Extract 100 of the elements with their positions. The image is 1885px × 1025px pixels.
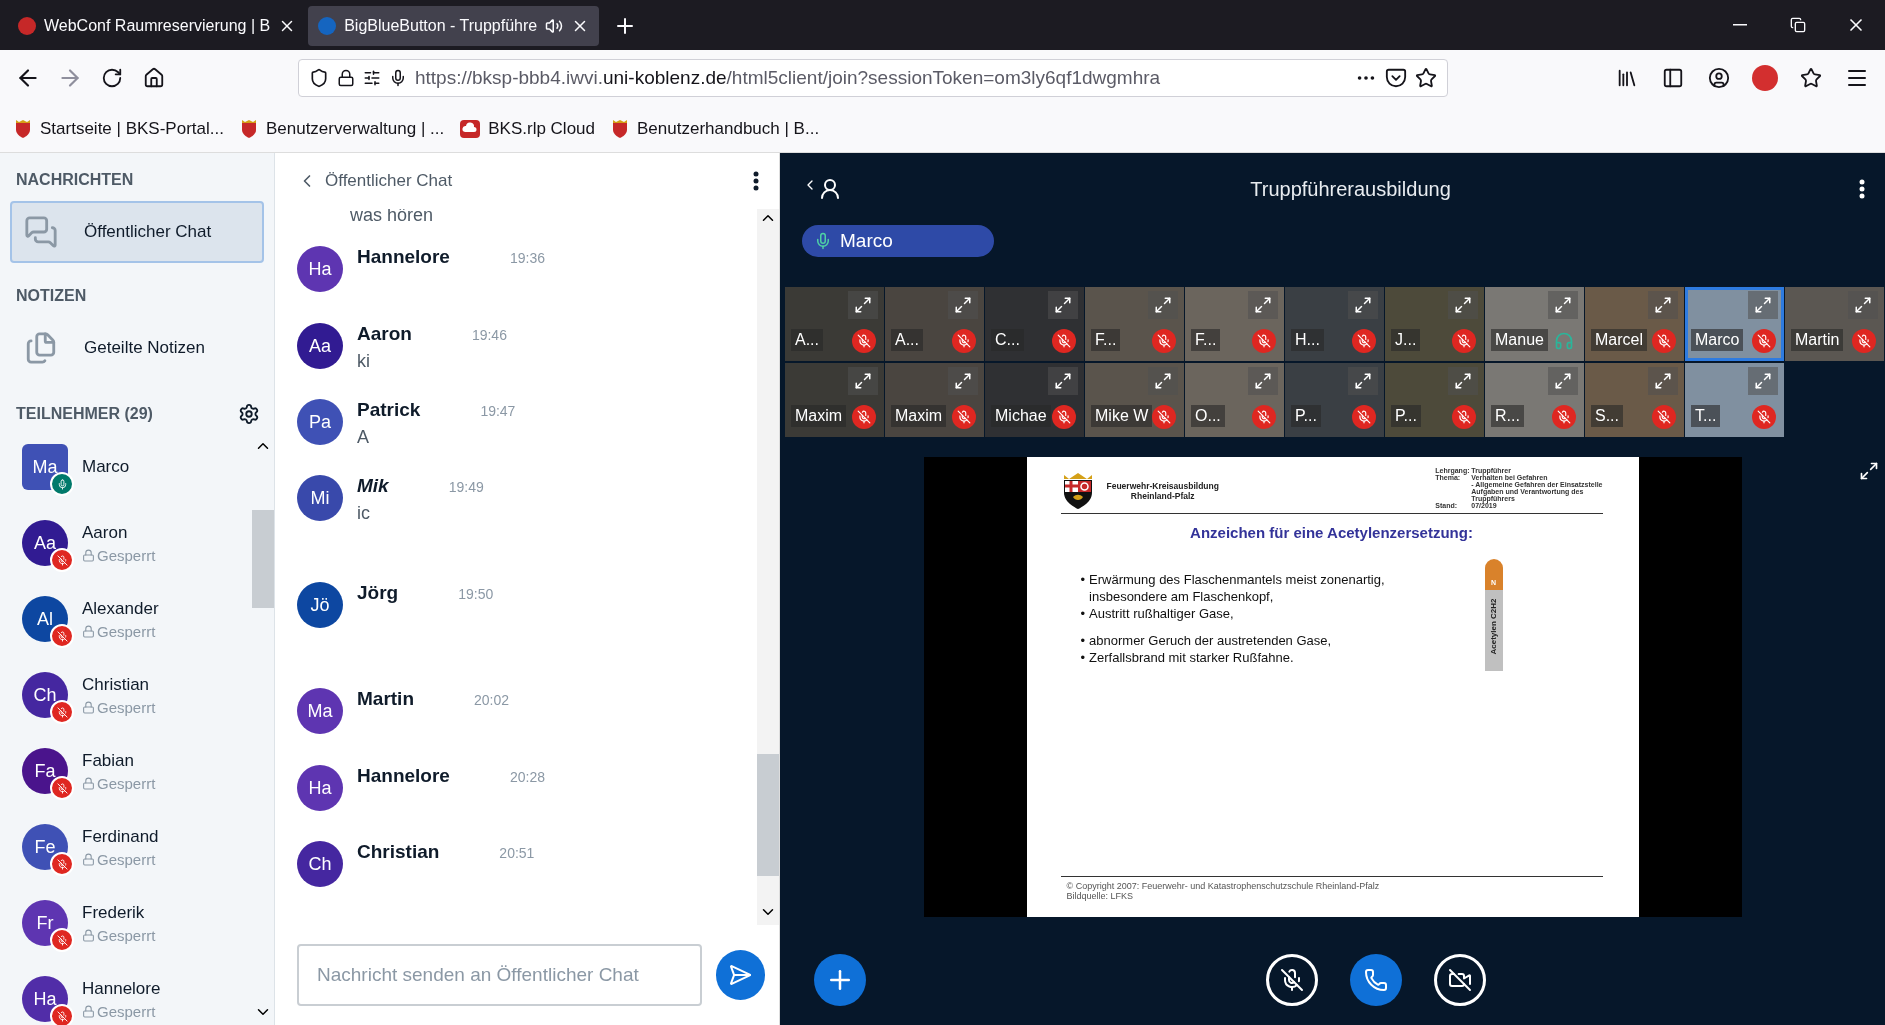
message-input[interactable]: Nachricht senden an Öffentlicher Chat <box>297 944 702 1006</box>
camera-off-button[interactable] <box>1434 954 1486 1006</box>
expand-button[interactable] <box>1248 367 1278 395</box>
message-time: 20:02 <box>474 692 510 708</box>
bookmark-link[interactable]: Benutzerhandbuch | B... <box>611 119 820 139</box>
chat-item[interactable]: Öffentlicher Chat <box>10 201 264 263</box>
expand-button[interactable] <box>1448 291 1478 319</box>
avatar: Aa <box>297 323 343 369</box>
bookmark-link[interactable]: Benutzerverwaltung | ... <box>239 119 445 139</box>
expand-icon <box>1654 372 1672 390</box>
camera-off-icon <box>1448 968 1472 992</box>
participant-status: Gesperrt <box>97 622 156 640</box>
message-text: ic <box>357 503 371 524</box>
participant-name: Fabian <box>82 750 135 771</box>
fullscreen-button[interactable] <box>1859 461 1879 481</box>
expand-button[interactable] <box>1648 367 1678 395</box>
star-icon <box>1800 67 1822 89</box>
bullet-marker: • <box>1080 649 1086 666</box>
participant-name: Christian <box>82 674 151 695</box>
expand-button[interactable] <box>948 291 978 319</box>
expand-button[interactable] <box>1148 367 1178 395</box>
scrollbar-thumb[interactable] <box>252 509 274 609</box>
scrollbar-thumb[interactable] <box>757 754 779 876</box>
expand-button[interactable] <box>948 367 978 395</box>
expand-button[interactable] <box>848 367 878 395</box>
settings-icon[interactable] <box>238 403 260 425</box>
participant-item[interactable]: Fe Ferdinand Gesperrt <box>10 809 252 885</box>
participant-item[interactable]: Ha Hannelore Gesperrt <box>10 961 252 1025</box>
participant-item[interactable]: Al Alexander Gesperrt <box>10 581 252 657</box>
crest-icon <box>14 119 32 139</box>
participant-item[interactable]: Fa Fabian Gesperrt <box>10 733 252 809</box>
expand-button[interactable] <box>1548 367 1578 395</box>
bookmark-link[interactable]: Startseite | BKS-Portal... <box>14 119 224 139</box>
phone-button[interactable] <box>1350 954 1402 1006</box>
sender-name: Martin <box>357 688 414 709</box>
participant-item[interactable]: Fr Frederik Gesperrt <box>10 885 252 961</box>
lock-icon <box>82 1004 95 1018</box>
meeting-title: Truppführerausbildung <box>1250 177 1451 201</box>
participant-name: A... <box>791 329 823 351</box>
chat-back-button[interactable]: Öffentlicher Chat <box>297 171 453 191</box>
expand-button[interactable] <box>1148 291 1178 319</box>
expand-button[interactable] <box>1548 291 1578 319</box>
expand-button[interactable] <box>1648 291 1678 319</box>
talking-indicator: Marco <box>802 225 994 257</box>
participant-status: Gesperrt <box>97 926 156 944</box>
shield-icon <box>309 68 329 88</box>
participant-name: Maxim <box>791 405 847 427</box>
expand-button[interactable] <box>1748 367 1778 395</box>
expand-icon <box>1454 296 1472 314</box>
browser-tab[interactable]: WebConf Raumreservierung | B <box>8 6 307 46</box>
sender-name: Patrick <box>357 399 421 420</box>
expand-icon <box>1754 296 1772 314</box>
avatar: Jö <box>297 582 343 628</box>
reload-icon <box>101 67 123 89</box>
participant-name: Marco <box>82 457 130 477</box>
participant-item[interactable]: Ma Marco <box>10 437 252 505</box>
bullet-text: abnormer Geruch der austretenden Gase, <box>1089 632 1332 649</box>
expand-button[interactable] <box>1348 291 1378 319</box>
bookmark-star-icon[interactable] <box>1415 67 1437 89</box>
expand-button[interactable] <box>1048 367 1078 395</box>
browser-tab[interactable]: BigBlueButton - Truppführe <box>308 6 600 46</box>
slide-footer-text: © Copyright 2007: Feuerwehr- und Katastrophenschutzschule Rheinland-Pfalz <box>1066 881 1381 891</box>
expand-button[interactable] <box>1048 291 1078 319</box>
cloud-icon <box>460 120 481 138</box>
participant-item[interactable]: Ch Christian Gesperrt <box>10 657 252 733</box>
expand-icon <box>1154 296 1172 314</box>
speaker-icon[interactable] <box>545 17 564 35</box>
participant-name: Michae <box>991 405 1051 427</box>
address-field[interactable]: https://bksp-bbb4.iwvi.uni-koblenz.de/html5client/join?sessionToken=om3ly6qf1dwgmhra <box>298 59 1448 97</box>
participant-item[interactable]: Aa Aaron Gesperrt <box>10 505 252 581</box>
expand-icon <box>1754 372 1772 390</box>
message-time: 20:51 <box>499 845 535 861</box>
pocket-icon[interactable] <box>1385 67 1407 89</box>
participant-name: O... <box>1191 405 1225 427</box>
slide-text: Rheinland-Pfalz <box>1129 491 1196 501</box>
more-options-button[interactable] <box>1859 179 1865 199</box>
microphone-button[interactable] <box>1266 954 1318 1006</box>
message-text: A <box>357 427 370 448</box>
bookmark-link[interactable]: BKS.rlp Cloud <box>460 119 595 139</box>
participant-name: Ferdinand <box>82 826 159 847</box>
participant-status: Gesperrt <box>97 774 156 792</box>
participant-name: Mike W <box>1091 405 1153 427</box>
section-heading: NACHRICHTEN <box>15 170 135 190</box>
participant-name: Manue <box>1491 329 1548 351</box>
notes-item[interactable]: Geteilte Notizen <box>10 317 264 379</box>
more-options-button[interactable] <box>753 171 759 191</box>
expand-button[interactable] <box>1248 291 1278 319</box>
lock-icon <box>82 928 95 942</box>
expand-button[interactable] <box>848 291 878 319</box>
expand-button[interactable] <box>1348 367 1378 395</box>
expand-icon <box>1554 372 1572 390</box>
avatar: Mi <box>297 475 343 521</box>
expand-button[interactable] <box>1848 291 1878 319</box>
user-icon <box>818 177 842 201</box>
sender-name: Hannelore <box>357 765 450 786</box>
expand-button[interactable] <box>1448 367 1478 395</box>
participant-name: T... <box>1691 405 1721 427</box>
expand-button[interactable] <box>1748 291 1778 319</box>
send-button[interactable] <box>715 950 765 1000</box>
add-button[interactable] <box>814 954 866 1006</box>
